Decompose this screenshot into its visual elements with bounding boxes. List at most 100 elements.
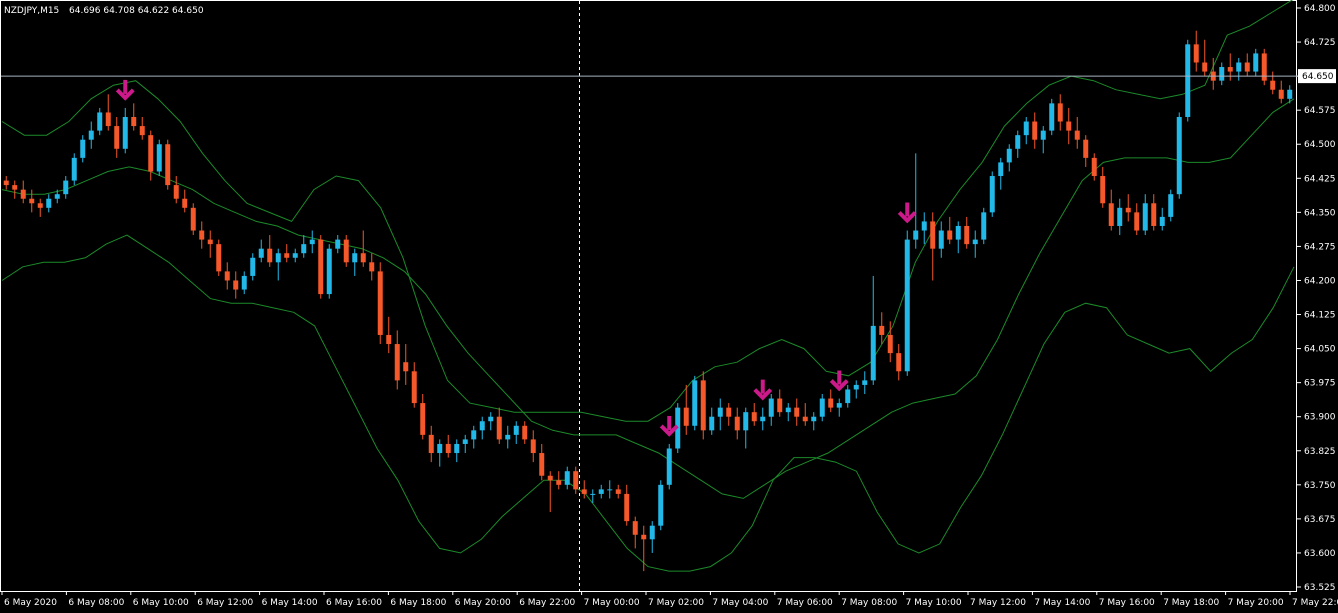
candle-body: [1108, 203, 1114, 226]
y-tick-label: 64.725: [1304, 38, 1336, 48]
candle-body: [964, 225, 970, 245]
price-chart[interactable]: NZDJPY,M15 64.696 64.708 64.622 64.650 6…: [0, 0, 1338, 613]
candle-body: [632, 521, 638, 535]
candle-body: [1142, 203, 1148, 231]
candle-body: [845, 389, 851, 404]
x-tick-label: 7 May 08:00: [841, 598, 897, 608]
x-tick-label: 7 May 18:00: [1163, 598, 1219, 608]
candle-body: [335, 239, 341, 249]
candle-body: [190, 207, 196, 231]
candle-body: [403, 362, 409, 372]
candle-body: [173, 185, 179, 199]
candle-body: [71, 157, 77, 181]
candle-body: [1270, 80, 1276, 90]
candle-body: [573, 471, 579, 490]
y-tick-label: 63.900: [1304, 413, 1336, 423]
candle-body: [879, 325, 885, 335]
candle-body: [97, 112, 103, 131]
y-tick-label: 63.975: [1304, 379, 1336, 389]
candle-body: [1151, 203, 1157, 226]
candle-body: [989, 176, 995, 213]
candle-body: [360, 253, 366, 263]
x-tick-label: 6 May 12:00: [197, 598, 253, 608]
candle-body: [641, 534, 647, 540]
candle-body: [505, 434, 511, 440]
candle-body: [326, 248, 332, 295]
candle-body: [318, 239, 324, 295]
chart-header-ohlc: 64.696 64.708 64.622 64.650: [69, 6, 204, 16]
candle-body: [785, 407, 791, 413]
y-tick-label: 64.575: [1304, 106, 1336, 116]
candle-body: [12, 185, 18, 190]
candle-body: [462, 439, 468, 444]
candle-body: [1006, 148, 1012, 163]
y-tick-label: 63.600: [1304, 549, 1336, 559]
candle-body: [29, 198, 35, 204]
x-tick-label: 7 May 12:00: [970, 598, 1026, 608]
candle-body: [114, 126, 120, 149]
candle-body: [768, 398, 774, 417]
candle-body: [1193, 44, 1199, 63]
candle-body: [1278, 89, 1284, 99]
candle-body: [794, 407, 800, 417]
candle-body: [369, 262, 375, 272]
candle-body: [122, 116, 128, 149]
chart-header-symbol: NZDJPY,M15: [4, 6, 59, 16]
candle-body: [1227, 67, 1233, 72]
y-tick-label: 64.275: [1304, 242, 1336, 252]
candle-body: [802, 416, 808, 422]
candle-body: [182, 198, 188, 208]
candle-body: [564, 471, 570, 485]
candle-body: [709, 416, 715, 431]
y-tick-label: 64.125: [1304, 311, 1336, 321]
x-tick-label: 7 May 22:00: [1292, 598, 1338, 608]
candle-body: [539, 453, 545, 476]
candle-body: [284, 253, 290, 258]
candle-body: [777, 398, 783, 413]
current-price-label: 64.650: [1302, 72, 1334, 82]
candle-body: [743, 412, 749, 431]
candle-body: [394, 344, 400, 381]
candle-body: [139, 126, 145, 136]
y-tick-label: 64.200: [1304, 276, 1336, 286]
candle-body: [46, 198, 52, 208]
candle-body: [479, 421, 485, 431]
candle-body: [913, 230, 919, 240]
candle-body: [148, 135, 154, 172]
candle-body: [1083, 139, 1089, 158]
candle-body: [853, 384, 859, 390]
candle-body: [1100, 176, 1106, 204]
candle-body: [760, 416, 766, 422]
x-tick-label: 6 May 22:00: [519, 598, 575, 608]
plot-frame: [0, 0, 1297, 592]
candle-body: [258, 248, 264, 258]
candle-body: [471, 430, 477, 440]
candle-body: [522, 425, 528, 440]
candle-body: [1287, 89, 1293, 99]
x-tick-label: 7 May 16:00: [1099, 598, 1155, 608]
candle-body: [496, 416, 502, 440]
candle-body: [828, 398, 834, 408]
candle-body: [131, 116, 137, 127]
candle-body: [1253, 53, 1259, 72]
candle-body: [947, 230, 953, 240]
candle-body: [981, 212, 987, 240]
candle-body: [1023, 121, 1029, 136]
candle-body: [896, 353, 902, 372]
x-tick-label: 7 May 14:00: [1034, 598, 1090, 608]
candle-body: [734, 416, 740, 431]
candle-body: [683, 407, 689, 426]
y-tick-label: 63.825: [1304, 447, 1336, 457]
candle-body: [377, 271, 383, 335]
candle-body: [556, 480, 562, 485]
candle-body: [301, 244, 307, 254]
x-tick-label: 7 May 06:00: [777, 598, 833, 608]
candle-body: [547, 475, 553, 481]
candle-body: [54, 194, 60, 199]
candle-body: [1176, 116, 1182, 195]
candle-body: [811, 416, 817, 422]
candle-body: [1236, 62, 1242, 72]
x-tick-label: 6 May 16:00: [326, 598, 382, 608]
candle-body: [207, 239, 213, 245]
y-tick-label: 64.425: [1304, 174, 1336, 184]
